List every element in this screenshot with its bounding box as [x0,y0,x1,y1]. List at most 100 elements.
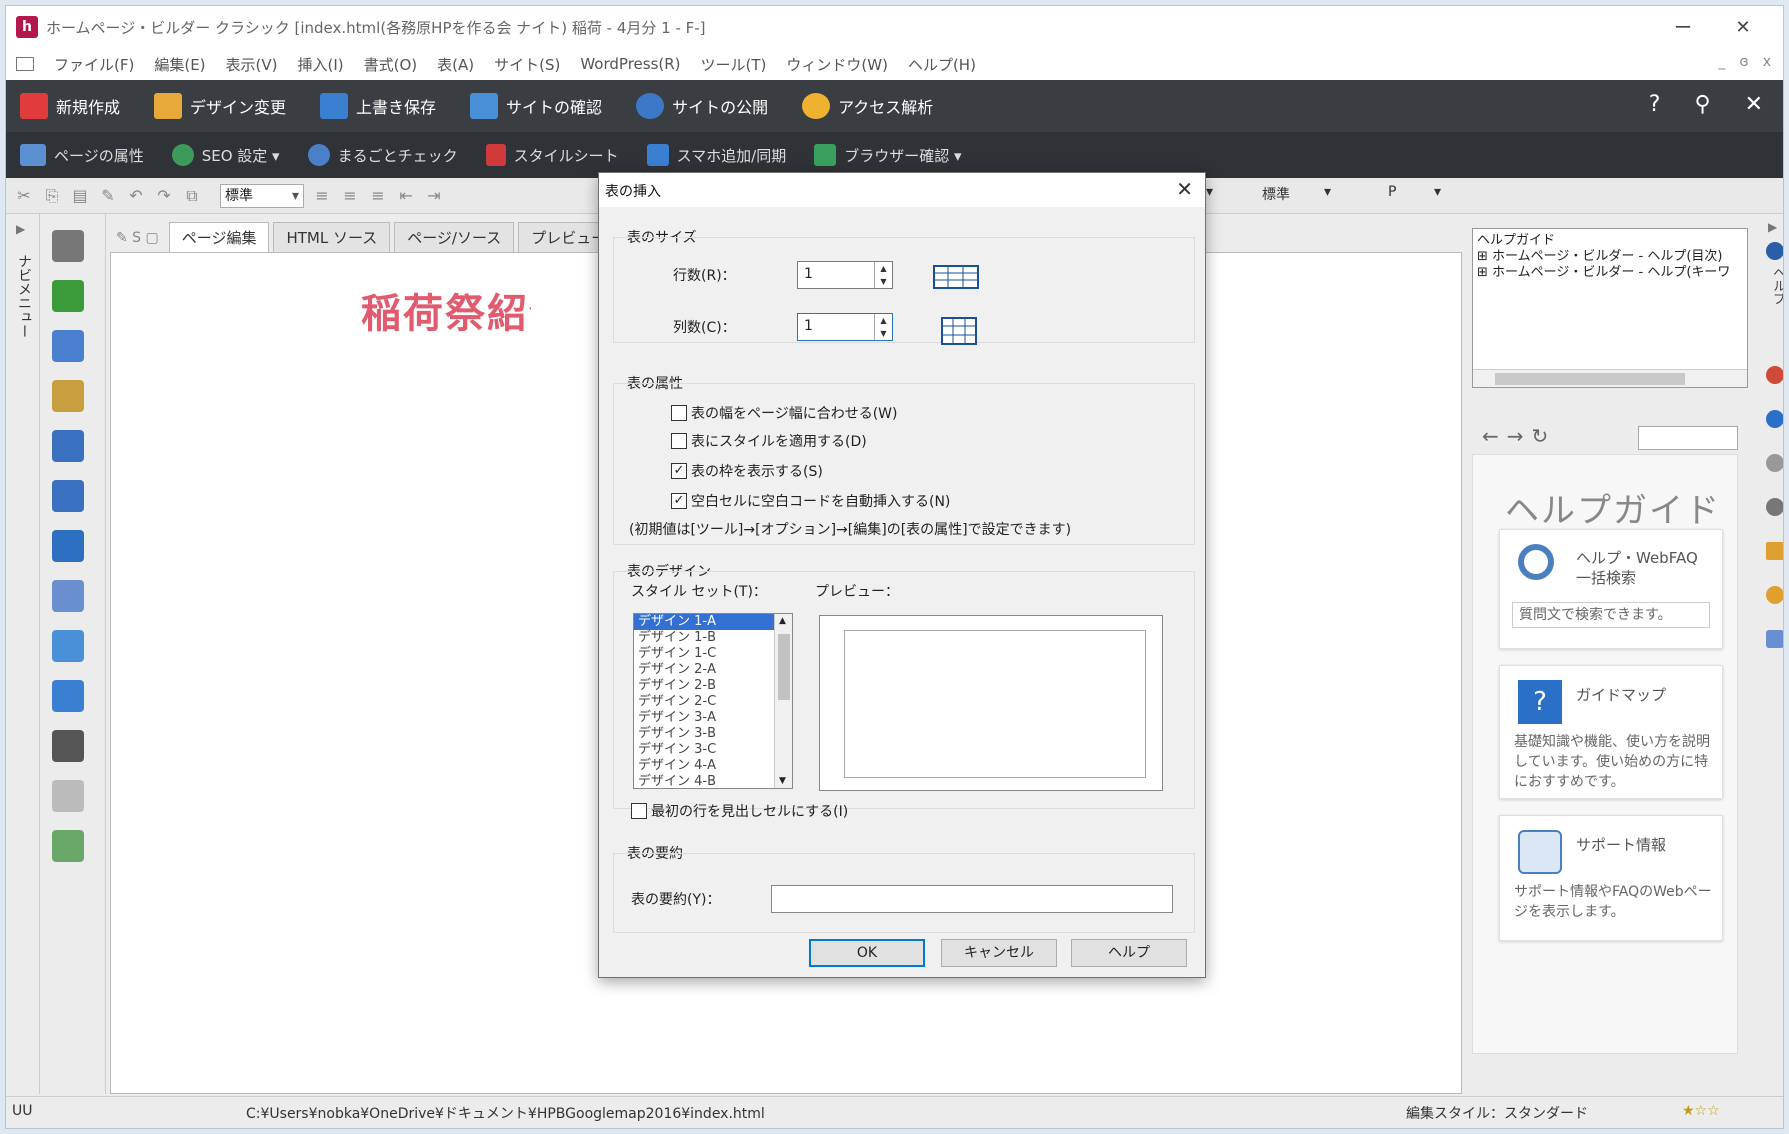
access-analysis-button[interactable]: アクセス解析 [802,93,933,119]
spin-arrows-icon[interactable]: ▲ ▼ [874,262,892,288]
tool-icon-7[interactable] [1766,630,1783,648]
forward-arrow-icon[interactable]: → [1507,424,1524,448]
mdi-minimize-button[interactable]: _ [1718,54,1725,70]
scroll-down-icon[interactable]: ▼ [779,776,786,786]
tool-icon-1[interactable] [1766,366,1783,384]
tab-page-edit[interactable]: ページ編集 [168,222,270,252]
menu-edit[interactable]: 編集(E) [154,54,205,75]
list-item[interactable]: デザイン 2-A [634,662,792,678]
apply-style-checkbox[interactable]: 表にスタイルを適用する(D) [671,431,867,451]
indent-icon[interactable]: ⇥ [424,186,444,206]
guide-map-card[interactable]: ? ガイドマップ 基礎知識や機能、使い方を説明しています。使い始めの方に特におす… [1499,665,1723,799]
text-tool-icon[interactable] [52,230,84,262]
support-info-card[interactable]: サポート情報 サポート情報やFAQのWebページを表示します。 [1499,815,1723,941]
design-change-button[interactable]: デザイン変更 [154,93,286,119]
ok-button[interactable]: OK [809,939,925,967]
list-item[interactable]: デザイン 1-B [634,630,792,646]
chevron-down-icon[interactable]: ▾ [1324,184,1331,208]
wordpress-icon[interactable] [1766,410,1783,428]
rows-spinner[interactable]: 1 ▲ ▼ [797,261,893,289]
tree-item[interactable]: ⊞ ホームページ・ビルダー - ヘルプ(キーワ [1477,265,1743,281]
redo-icon[interactable]: ↷ [154,186,174,206]
chevron-down-icon[interactable]: ▾ [1206,184,1213,208]
clip-tool-icon[interactable] [52,380,84,412]
menu-tools[interactable]: ツール(T) [701,54,767,75]
list-tool-icon[interactable] [52,680,84,712]
smartphone-sync-button[interactable]: スマホ追加/同期 [646,144,786,166]
gallery-tool-icon[interactable] [52,480,84,512]
checkbox-box[interactable] [671,433,687,449]
help-tree[interactable]: ヘルプガイド ⊞ ホームページ・ビルダー - ヘルプ(目次) ⊞ ホームページ・… [1472,228,1748,388]
window-icon[interactable]: ⧉ [182,186,202,206]
seo-settings-button[interactable]: SEO 設定 ▾ [171,144,280,166]
form-tool-icon[interactable] [52,580,84,612]
page-properties-button[interactable]: ページの属性 [20,144,144,166]
list-item[interactable]: デザイン 3-C [634,742,792,758]
tree-item[interactable]: ヘルプガイド [1477,233,1743,249]
close-icon[interactable]: ✕ [1176,177,1193,201]
mdi-close-button[interactable]: x [1763,54,1771,70]
help-question-input[interactable]: 質問文で検索できます。 [1512,602,1710,628]
tab-html-source[interactable]: HTML ソース [273,222,391,252]
menu-insert[interactable]: 挿入(I) [298,54,344,75]
new-page-button[interactable]: 新規作成 [20,93,120,119]
chevron-down-icon[interactable]: ▾ [1434,184,1441,208]
image-tool-icon[interactable] [52,280,84,312]
copy-icon[interactable]: ⎘ [42,186,62,206]
help-button[interactable]: ヘルプ [1071,939,1187,967]
movie-tool-icon[interactable] [52,430,84,462]
tool-icon-4[interactable] [1766,498,1783,516]
auto-space-checkbox[interactable]: ✓ 空白セルに空白コードを自動挿入する(N) [671,491,950,511]
stylesheet-button[interactable]: スタイルシート [485,144,619,166]
checkbox-box[interactable] [671,405,687,421]
list-scroll-thumb[interactable] [778,634,790,700]
header-row-checkbox[interactable]: 最初の行を見出しセルにする(I) [631,801,848,821]
site-check-button[interactable]: サイトの確認 [470,93,602,119]
list-item[interactable]: デザイン 3-A [634,710,792,726]
fit-width-checkbox[interactable]: 表の幅をページ幅に合わせる(W) [671,403,898,423]
browser-check-button[interactable]: ブラウザー確認 ▾ [814,144,962,166]
refresh-icon[interactable]: ↻ [1532,424,1549,448]
paste-icon[interactable]: ▤ [70,186,90,206]
spin-arrows-icon[interactable]: ▲ ▼ [874,314,892,340]
menu-help[interactable]: ヘルプ(H) [908,54,976,75]
scroll-up-icon[interactable]: ▲ [779,616,786,626]
tree-scroll-thumb[interactable] [1495,373,1685,385]
cut-icon[interactable]: ✂ [14,186,34,206]
undo-icon[interactable]: ↶ [126,186,146,206]
minimize-button[interactable]: ー [1653,6,1713,48]
list-item[interactable]: デザイン 4-B [634,774,792,788]
format-painter-icon[interactable]: ✎ [98,186,118,206]
pin-icon[interactable]: ⚲ [1694,92,1710,117]
collapse-arrow-icon[interactable]: ▶ [1768,220,1777,234]
document-menu-icon[interactable] [16,57,34,71]
show-border-checkbox[interactable]: ✓ 表の枠を表示する(S) [671,461,823,481]
site-publish-button[interactable]: サイトの公開 [636,93,768,119]
summary-input[interactable] [771,885,1173,913]
cancel-button[interactable]: キャンセル [941,939,1057,967]
navi-menu-label[interactable]: ナビメニュー [14,254,34,338]
align-center-icon[interactable]: ≡ [340,186,360,206]
help-search-card[interactable]: ヘルプ・WebFAQ 一括検索 質問文で検索できます。 [1499,529,1723,649]
menu-file[interactable]: ファイル(F) [54,54,134,75]
page-tool-icon[interactable] [52,780,84,812]
checkbox-box[interactable] [631,803,647,819]
align-right-icon[interactable]: ≡ [368,186,388,206]
menu-window[interactable]: ウィンドウ(W) [786,54,888,75]
tab-page-source[interactable]: ページ/ソース [394,222,515,252]
table-tool-icon[interactable] [52,630,84,662]
list-item[interactable]: デザイン 1-C [634,646,792,662]
back-arrow-icon[interactable]: ← [1482,424,1499,448]
outdent-icon[interactable]: ⇤ [396,186,416,206]
mobile-tool-icon[interactable] [52,730,84,762]
cols-spinner[interactable]: 1 ▲ ▼ [797,313,893,341]
checkbox-box-checked[interactable]: ✓ [671,493,687,509]
list-item[interactable]: デザイン 1-A [634,614,792,630]
folder-icon[interactable] [1766,542,1783,560]
list-item[interactable]: デザイン 4-A [634,758,792,774]
layout-tool-icon[interactable] [52,830,84,862]
paragraph-style-select[interactable]: 標準 [220,183,304,208]
align-left-icon[interactable]: ≡ [312,186,332,206]
photo-tool-icon[interactable] [52,330,84,362]
tag-select[interactable]: P [1388,184,1396,208]
